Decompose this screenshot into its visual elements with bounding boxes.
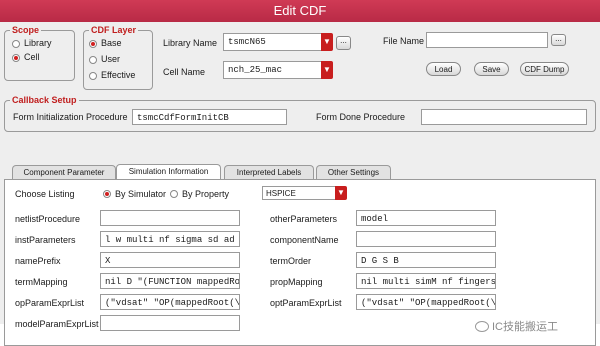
by-simulator-radio[interactable] [103, 190, 111, 198]
model-param-expr-list-label: modelParamExprList [15, 319, 99, 329]
simulator-dropdown-arrow-icon[interactable]: ▼ [335, 186, 347, 200]
simulation-information-panel: Choose Listing By Simulator By Property … [4, 179, 596, 346]
inst-parameters-label: instParameters [15, 235, 76, 245]
scope-library-label: Library [24, 38, 52, 48]
form-init-label: Form Initialization Procedure [13, 112, 128, 122]
other-parameters-label: otherParameters [270, 214, 338, 224]
cdf-user-label: User [101, 54, 121, 64]
tab-component-parameter[interactable]: Component Parameter [12, 165, 116, 179]
model-param-expr-list-field[interactable] [100, 315, 240, 331]
cell-dropdown-arrow-icon[interactable]: ▼ [321, 61, 333, 79]
cell-name-label: Cell Name [163, 67, 206, 77]
netlist-procedure-field[interactable] [100, 210, 240, 226]
title-bar: Edit CDF [0, 0, 600, 22]
by-property-radio[interactable] [170, 190, 178, 198]
window-title: Edit CDF [273, 3, 327, 18]
op-param-expr-list-label: opParamExprList [15, 298, 85, 308]
scope-cell-label: Cell [24, 52, 40, 62]
simulator-select[interactable]: HSPICE [262, 186, 336, 200]
tab-interpreted-labels[interactable]: Interpreted Labels [224, 165, 314, 179]
opt-param-expr-list-field[interactable]: ("vdsat" "OP(mappedRoot(\".M [356, 294, 496, 310]
cdf-base-radio[interactable] [89, 40, 97, 48]
file-name-label: File Name [383, 36, 425, 46]
load-button[interactable]: Load [426, 62, 461, 76]
term-mapping-label: termMapping [15, 277, 68, 287]
scope-cell-radio[interactable] [12, 54, 20, 62]
scope-title: Scope [10, 25, 42, 35]
watermark-text: IC技能搬运工 [492, 321, 558, 333]
cdf-effective-radio[interactable] [89, 72, 97, 80]
prop-mapping-label: propMapping [270, 277, 323, 287]
wechat-icon [475, 321, 489, 332]
file-name-field[interactable] [426, 32, 548, 48]
netlist-procedure-label: netlistProcedure [15, 214, 81, 224]
term-order-field[interactable]: D G S B [356, 252, 496, 268]
file-browse-button[interactable]: ... [551, 34, 566, 46]
form-done-label: Form Done Procedure [316, 112, 406, 122]
term-order-label: termOrder [270, 256, 312, 266]
inst-parameters-field[interactable]: l w multi nf sigma sd ad as [100, 231, 240, 247]
other-parameters-field[interactable]: model [356, 210, 496, 226]
form-done-field[interactable] [421, 109, 587, 125]
form-init-field[interactable]: tsmcCdfFormInitCB [132, 109, 287, 125]
cdf-user-radio[interactable] [89, 56, 97, 64]
op-param-expr-list-field[interactable]: ("vdsat" "OP(mappedRoot(\".M [100, 294, 240, 310]
cdf-effective-label: Effective [101, 70, 136, 80]
component-name-label: componentName [270, 235, 339, 245]
edit-cdf-window: Scope Library Cell CDF Layer Base User E… [0, 22, 600, 346]
callback-setup-title: Callback Setup [10, 95, 79, 105]
name-prefix-field[interactable]: X [100, 252, 240, 268]
library-name-field[interactable]: tsmcN65 [223, 33, 323, 51]
choose-listing-label: Choose Listing [15, 189, 75, 199]
by-property-label: By Property [182, 189, 230, 199]
tab-simulation-information[interactable]: Simulation Information [116, 164, 221, 179]
tab-other-settings[interactable]: Other Settings [316, 165, 391, 179]
scope-library-radio[interactable] [12, 40, 20, 48]
cdf-base-label: Base [101, 38, 122, 48]
save-button[interactable]: Save [474, 62, 509, 76]
cdf-layer-title: CDF Layer [89, 25, 139, 35]
name-prefix-label: namePrefix [15, 256, 61, 266]
prop-mapping-field[interactable]: nil multi simM nf fingers w [356, 273, 496, 289]
cell-name-field[interactable]: nch_25_mac [223, 61, 323, 79]
opt-param-expr-list-label: optParamExprList [270, 298, 342, 308]
library-name-label: Library Name [163, 38, 218, 48]
cdf-dump-button[interactable]: CDF Dump [520, 62, 569, 76]
by-simulator-label: By Simulator [115, 189, 167, 199]
term-mapping-field[interactable]: nil D "(FUNCTION mappedRoot( [100, 273, 240, 289]
library-dropdown-arrow-icon[interactable]: ▼ [321, 33, 333, 51]
watermark: IC技能搬运工 [475, 318, 558, 334]
component-name-field[interactable] [356, 231, 496, 247]
library-browse-button[interactable]: ... [336, 36, 351, 50]
